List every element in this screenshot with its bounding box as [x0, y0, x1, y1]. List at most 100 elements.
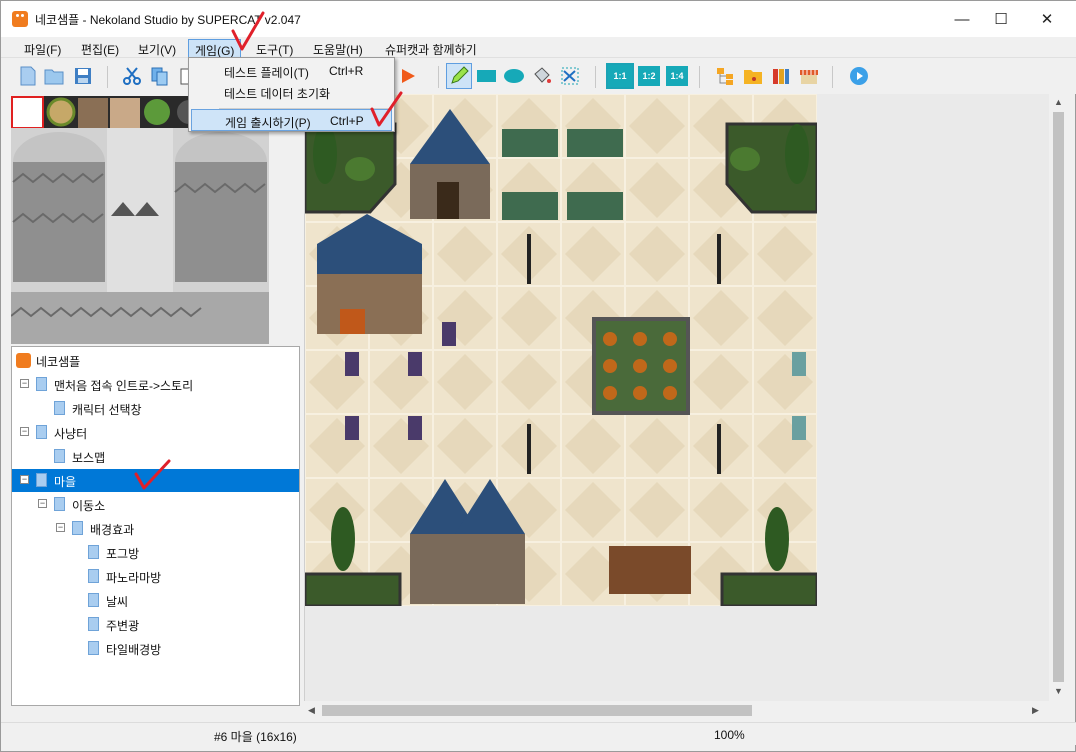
page-icon: [54, 497, 65, 511]
app-window: 네코샘플 - Nekoland Studio by SUPERCAT v2.04…: [0, 0, 1076, 752]
page-icon: [72, 521, 83, 535]
toolbar-separator: [699, 66, 700, 88]
tree-label: 타일배경방: [106, 643, 162, 657]
copy-icon[interactable]: [150, 66, 170, 86]
map-image: [305, 94, 817, 606]
title-bar: 네코샘플 - Nekoland Studio by SUPERCAT v2.04…: [1, 1, 1076, 37]
village-map[interactable]: [305, 94, 817, 606]
ellipse-tool-icon[interactable]: [504, 66, 524, 86]
play-icon[interactable]: [398, 66, 418, 86]
toolbar-separator: [595, 66, 596, 88]
horizontal-scroll-thumb[interactable]: [322, 705, 752, 716]
tree-item-bg-effects[interactable]: − 배경효과: [12, 517, 299, 540]
tree-label: 보스맵: [72, 451, 106, 465]
page-icon: [54, 449, 65, 463]
menu-supercat[interactable]: 슈퍼캣과 함께하기: [379, 39, 483, 58]
status-bar: #6 마을 (16x16) 100%: [1, 722, 1076, 745]
menu-item-reset-test-data[interactable]: 테스트 데이터 초기화: [191, 81, 392, 103]
zoom-1-2-button[interactable]: 1:2: [638, 66, 660, 86]
tree-label: 이동소: [72, 499, 106, 513]
horizontal-scrollbar[interactable]: ◀ ▶: [304, 701, 1049, 720]
zoom-1-1-button[interactable]: 1:1: [606, 63, 634, 89]
page-icon: [36, 425, 47, 439]
collapse-icon[interactable]: −: [56, 523, 65, 532]
menu-edit[interactable]: 편집(E): [75, 39, 125, 58]
close-button[interactable]: ✕: [1024, 1, 1070, 37]
select-cut-tool-icon[interactable]: [560, 66, 580, 86]
open-folder-icon[interactable]: [44, 66, 64, 86]
cat-logo-icon: [12, 11, 28, 27]
tree-item-ambient-light[interactable]: 주변광: [12, 613, 299, 636]
check-mark-annotation-icon: [231, 11, 265, 51]
tileset-image: [11, 96, 300, 344]
menu-item-test-play[interactable]: 테스트 플레이(T) Ctrl+R: [191, 60, 392, 82]
menu-help[interactable]: 도움말(H): [307, 39, 369, 58]
left-panel: 네코샘플 − 맨처음 접속 인트로->스토리 캐릭터 선택창 − 사냥터 보스맵: [11, 96, 300, 706]
sound-folder-icon[interactable]: [743, 66, 763, 86]
menu-item-publish-game[interactable]: 게임 출시하기(P) Ctrl+P: [191, 109, 392, 131]
maximize-button[interactable]: ☐: [978, 1, 1024, 37]
new-file-icon[interactable]: [18, 66, 38, 86]
collapse-icon[interactable]: −: [20, 427, 29, 436]
tree-item-transport[interactable]: − 이동소: [12, 493, 299, 516]
tileset-palette[interactable]: [11, 96, 300, 344]
tree-item-tile-background[interactable]: 타일배경방: [12, 637, 299, 660]
fill-bucket-icon[interactable]: [532, 66, 552, 86]
menu-view[interactable]: 보기(V): [132, 39, 182, 58]
page-icon: [88, 593, 99, 607]
tree-label: 캐릭터 선택창: [72, 403, 142, 417]
tree-label: 파노라마방: [106, 571, 162, 585]
scroll-up-icon[interactable]: ▲: [1054, 97, 1063, 107]
tree-root[interactable]: 네코샘플: [12, 349, 299, 372]
tree-item-weather[interactable]: 날씨: [12, 589, 299, 612]
shop-icon[interactable]: [799, 66, 819, 86]
page-icon: [36, 377, 47, 391]
tree-item-hunting[interactable]: − 사냥터: [12, 421, 299, 444]
tree-label: 포그방: [106, 547, 140, 561]
menu-bar: 파일(F) 편집(E) 보기(V) 게임(G) 도구(T) 도움말(H) 슈퍼캣…: [1, 37, 1076, 58]
page-icon: [88, 641, 99, 655]
collapse-icon[interactable]: −: [20, 475, 29, 484]
collapse-icon[interactable]: −: [20, 379, 29, 388]
vertical-scroll-thumb[interactable]: [1053, 112, 1064, 682]
check-mark-annotation-icon: [370, 91, 403, 127]
page-icon: [54, 401, 65, 415]
rectangle-tool-icon[interactable]: [476, 66, 496, 86]
vertical-scrollbar[interactable]: ▲ ▼: [1049, 94, 1068, 701]
scroll-down-icon[interactable]: ▼: [1054, 686, 1063, 696]
save-icon[interactable]: [73, 66, 93, 86]
toolbar: 1:1 1:2 1:4: [1, 58, 1076, 94]
tree-item-intro[interactable]: − 맨처음 접속 인트로->스토리: [12, 373, 299, 396]
zoom-1-4-button[interactable]: 1:4: [666, 66, 688, 86]
tree-label: 맨처음 접속 인트로->스토리: [54, 379, 194, 393]
scroll-left-icon[interactable]: ◀: [308, 705, 315, 716]
map-canvas-area[interactable]: [304, 94, 1049, 701]
page-icon: [88, 545, 99, 559]
page-icon: [88, 569, 99, 583]
scroll-right-icon[interactable]: ▶: [1032, 705, 1039, 716]
tree-item-character-select[interactable]: 캐릭터 선택창: [12, 397, 299, 420]
toolbar-separator: [832, 66, 833, 88]
collapse-icon[interactable]: −: [38, 499, 47, 508]
cut-icon[interactable]: [122, 66, 142, 86]
run-game-icon[interactable]: [849, 66, 869, 86]
tree-item-panorama[interactable]: 파노라마방: [12, 565, 299, 588]
page-icon: [36, 473, 47, 487]
tree-label: 마을: [54, 475, 77, 489]
tree-label: 날씨: [106, 595, 129, 609]
pencil-tool-icon[interactable]: [446, 63, 472, 89]
tree-label: 주변광: [106, 619, 140, 633]
menu-item-shortcut: Ctrl+P: [330, 114, 364, 128]
tree-label: 사냥터: [54, 427, 88, 441]
tree-label: 네코샘플: [36, 355, 81, 369]
menu-item-label: 테스트 데이터 초기화: [224, 87, 331, 101]
toolbar-separator: [438, 66, 439, 88]
map-tree-icon[interactable]: [715, 66, 735, 86]
status-map-info: #6 마을 (16x16): [214, 730, 297, 744]
map-tree: 네코샘플 − 맨처음 접속 인트로->스토리 캐릭터 선택창 − 사냥터 보스맵: [11, 346, 300, 706]
menu-item-label: 테스트 플레이(T): [224, 66, 309, 80]
books-icon[interactable]: [771, 66, 791, 86]
menu-file[interactable]: 파일(F): [18, 39, 67, 58]
status-zoom: 100%: [714, 728, 745, 742]
tree-item-fog[interactable]: 포그방: [12, 541, 299, 564]
